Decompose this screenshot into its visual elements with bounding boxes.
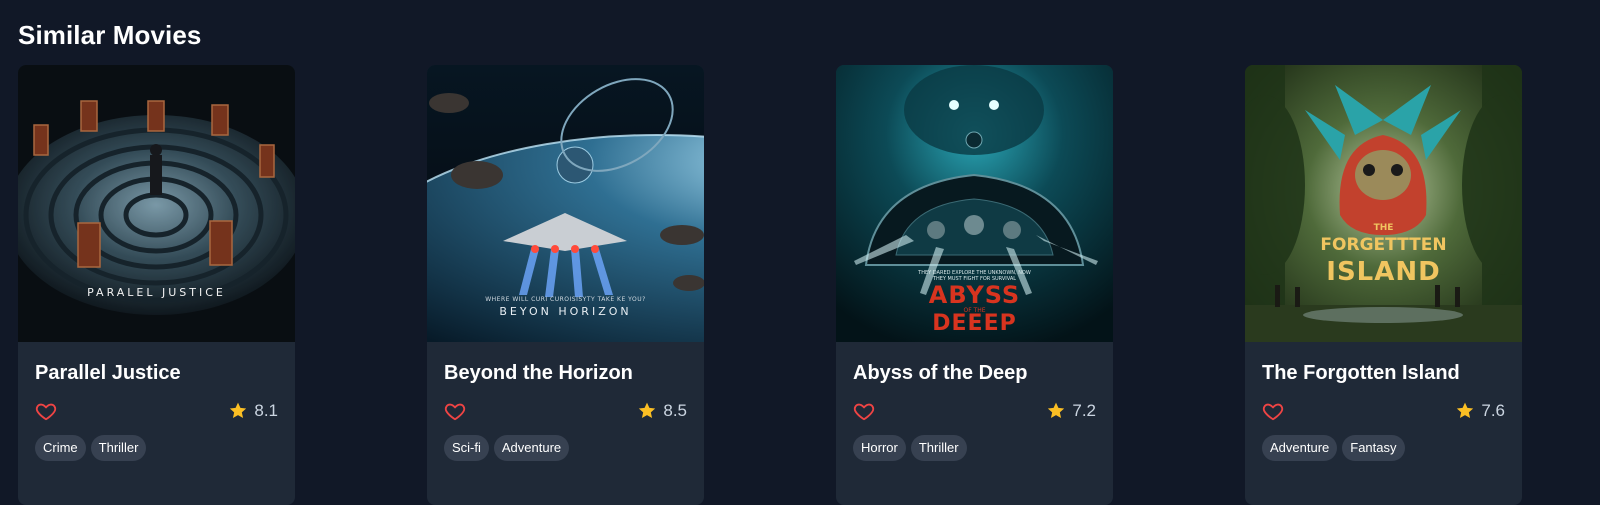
movie-title[interactable]: Beyond the Horizon: [444, 362, 687, 385]
movie-title[interactable]: Parallel Justice: [35, 362, 278, 385]
rating-value: 7.6: [1481, 401, 1505, 420]
movie-poster[interactable]: THE FORGETTTEN ISLAND: [1245, 65, 1522, 342]
movie-card-parallel-justice[interactable]: PARALEL JUSTICE Parallel Justice 8.1 Cri…: [18, 65, 295, 505]
star-icon: [228, 401, 248, 421]
genre-list: Horror Thriller: [853, 435, 1096, 461]
genre-list: Crime Thriller: [35, 435, 278, 461]
poster-prefix-text: THE: [1373, 223, 1394, 233]
movie-card-abyss-of-the-deep[interactable]: THEY DARED EXPLORE THE UNKNOWN, NOW THEY…: [836, 65, 1113, 505]
section-title: Similar Movies: [18, 20, 202, 50]
rating: 7.2: [1046, 401, 1096, 421]
poster-title-text: BEYON HORIZON: [499, 305, 632, 318]
movie-card-beyond-the-horizon[interactable]: WHERE WILL CURI CUROISISYTY TAKE KE YOU?…: [427, 65, 704, 505]
poster-image: [1245, 65, 1522, 342]
genre-chip[interactable]: Adventure: [1262, 435, 1338, 461]
poster-title-text: PARALEL JUSTICE: [87, 286, 226, 299]
heart-outline-icon[interactable]: [853, 400, 875, 422]
genre-chip[interactable]: Fantasy: [1342, 435, 1405, 461]
star-icon: [1455, 401, 1475, 421]
rating-value: 8.1: [254, 401, 278, 420]
poster-tagline-text: WHERE WILL CURI CUROISISYTY TAKE KE YOU?: [485, 296, 646, 303]
genre-list: Adventure Fantasy: [1262, 435, 1505, 461]
rating-value: 8.5: [663, 401, 687, 420]
poster-title-text: ABYSS: [928, 281, 1021, 309]
rating-value: 7.2: [1072, 401, 1096, 420]
rating: 7.6: [1455, 401, 1505, 421]
movie-poster[interactable]: THEY DARED EXPLORE THE UNKNOWN, NOW THEY…: [836, 65, 1113, 342]
heart-outline-icon[interactable]: [1262, 400, 1284, 422]
rating: 8.5: [637, 401, 687, 421]
genre-chip[interactable]: Crime: [35, 435, 86, 461]
genre-chip[interactable]: Sci-fi: [444, 435, 489, 461]
star-icon: [1046, 401, 1066, 421]
rating: 8.1: [228, 401, 278, 421]
poster-title-text: FORGETTTEN: [1320, 235, 1447, 255]
movie-title[interactable]: Abyss of the Deep: [853, 362, 1096, 385]
poster-title-text-2: ISLAND: [1326, 257, 1441, 287]
movie-card-the-forgotten-island[interactable]: THE FORGETTTEN ISLAND The Forgotten Isla…: [1245, 65, 1522, 505]
heart-outline-icon[interactable]: [35, 400, 57, 422]
genre-list: Sci-fi Adventure: [444, 435, 687, 461]
movie-poster[interactable]: WHERE WILL CURI CUROISISYTY TAKE KE YOU?…: [427, 65, 704, 342]
movie-poster[interactable]: PARALEL JUSTICE: [18, 65, 295, 342]
movie-title[interactable]: The Forgotten Island: [1262, 362, 1505, 385]
poster-title-text-2: DEEEP: [932, 311, 1017, 336]
genre-chip[interactable]: Thriller: [90, 435, 147, 461]
genre-chip[interactable]: Adventure: [493, 435, 570, 461]
heart-outline-icon[interactable]: [444, 400, 466, 422]
genre-chip[interactable]: Thriller: [910, 435, 967, 461]
poster-image: [18, 65, 295, 342]
similar-movies-section: Similar Movies PARALEL JUSTICE Parallel …: [0, 0, 1600, 505]
star-icon: [637, 401, 657, 421]
genre-chip[interactable]: Horror: [853, 435, 906, 461]
